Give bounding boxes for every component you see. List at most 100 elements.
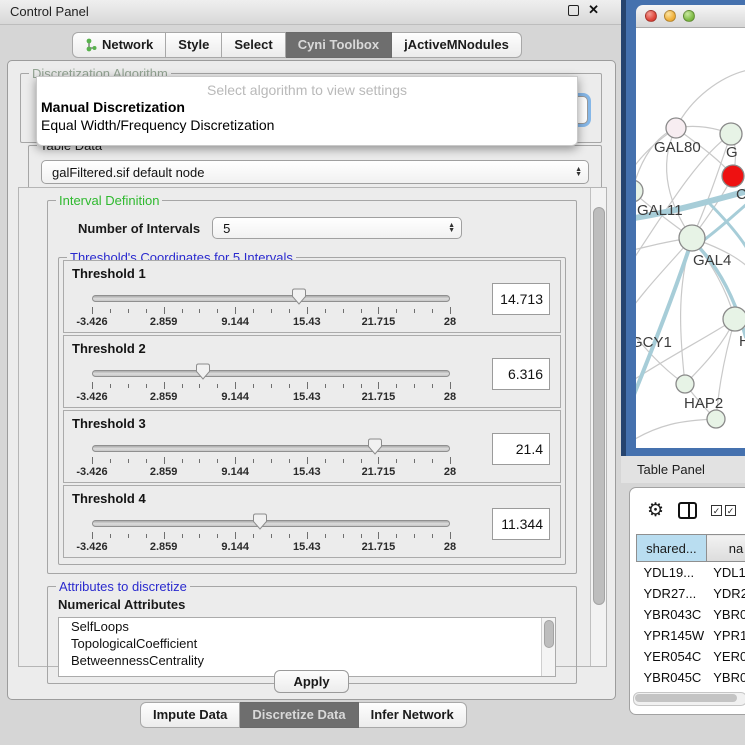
table-row[interactable]: YPR145WYPR1 xyxy=(637,625,745,646)
settings-scrollbar[interactable] xyxy=(590,188,606,666)
table-cell[interactable]: YPR1 xyxy=(706,625,745,646)
close-icon[interactable]: ✕ xyxy=(588,4,599,16)
tab-label: Cyni Toolbox xyxy=(298,33,379,57)
attribute-item[interactable]: BetweennessCentrality xyxy=(59,652,555,669)
table-row[interactable]: YBR043CYBR0 xyxy=(637,604,745,625)
table-cell[interactable]: YDR27... xyxy=(637,583,707,604)
slider-thumb[interactable] xyxy=(367,438,382,455)
algorithm-option[interactable]: Equal Width/Frequency Discretization xyxy=(37,116,577,134)
tab-label: Select xyxy=(234,33,272,57)
threshold-value-field[interactable]: 14.713 xyxy=(492,283,550,315)
bottom-tabs: Impute DataDiscretize Data Infer Network xyxy=(140,702,467,728)
threshold-label: Threshold 2 xyxy=(72,341,146,356)
threshold-value-field[interactable]: 21.4 xyxy=(492,433,550,465)
tab-impute-data[interactable]: Impute Data xyxy=(140,702,240,728)
network-edge xyxy=(636,128,676,188)
network-window-titlebar[interactable] xyxy=(636,5,745,28)
network-edge xyxy=(636,238,692,321)
table-row[interactable]: YLR345WYLR3 xyxy=(637,709,745,715)
table-cell[interactable]: YDL19... xyxy=(637,562,707,584)
threshold-box: Threshold 3-3.4262.8599.14415.4321.71528… xyxy=(63,410,561,483)
slider-thumb[interactable] xyxy=(195,363,210,380)
network-node[interactable] xyxy=(722,165,744,187)
table-hscrollbar[interactable] xyxy=(633,692,745,706)
control-panel-titlebar: Control Panel ✕ xyxy=(0,0,621,25)
slider-ticks xyxy=(92,307,450,315)
table-row[interactable]: YBR045CYBR0 xyxy=(637,667,745,688)
slider-thumb[interactable] xyxy=(291,288,306,305)
network-node[interactable] xyxy=(666,118,686,138)
network-node[interactable] xyxy=(720,123,742,145)
threshold-value-field[interactable]: 6.316 xyxy=(492,358,550,390)
columns-icon[interactable] xyxy=(678,502,697,519)
tab-style[interactable]: Style xyxy=(166,32,222,58)
network-edge xyxy=(692,238,735,319)
table-row[interactable]: YDL19...YDL1 xyxy=(637,562,745,584)
tab-label: Network xyxy=(102,33,153,57)
tab-cyni-toolbox[interactable]: Cyni Toolbox xyxy=(286,32,392,58)
table-panel: ⚙ ✓ ✓ shared...na YDL19...YDL1YDR27...YD… xyxy=(629,487,745,715)
checkbox-icon[interactable]: ✓ xyxy=(711,505,722,516)
algorithm-option[interactable]: Manual Discretization xyxy=(37,98,577,116)
tab-label: Infer Network xyxy=(371,703,454,727)
tab-label: jActiveMNodules xyxy=(404,33,509,57)
minimize-traffic-light-icon[interactable] xyxy=(664,10,676,22)
threshold-slider[interactable]: -3.4262.8599.14415.4321.71528 xyxy=(92,364,450,404)
gear-icon[interactable]: ⚙ xyxy=(647,501,664,520)
table-cell[interactable]: YLR345W xyxy=(637,709,707,715)
attribute-item[interactable]: SelfLoops xyxy=(59,618,555,635)
network-node[interactable] xyxy=(707,410,725,428)
interval-group-title: Interval Definition xyxy=(56,193,162,208)
table-cell[interactable]: YBR043C xyxy=(637,604,707,625)
close-traffic-light-icon[interactable] xyxy=(645,10,657,22)
table-column-header[interactable]: shared... xyxy=(637,535,707,562)
network-canvas[interactable]: GAL80GCGAL11GAL4GCY1HHAP2 xyxy=(636,28,745,448)
tab-discretize-data[interactable]: Discretize Data xyxy=(240,702,358,728)
table-cell[interactable]: YBR045C xyxy=(637,667,707,688)
threshold-slider[interactable]: -3.4262.8599.14415.4321.71528 xyxy=(92,289,450,329)
slider-thumb[interactable] xyxy=(253,513,268,530)
tab-network[interactable]: Network xyxy=(72,32,166,58)
threshold-label: Threshold 1 xyxy=(72,266,146,281)
table-cell[interactable]: YBR0 xyxy=(706,604,745,625)
attribute-item[interactable]: TopologicalCoefficient xyxy=(59,635,555,652)
apply-button[interactable]: Apply xyxy=(274,670,348,693)
combo-spinner-icon: ▲▼ xyxy=(448,223,455,233)
threshold-slider[interactable]: -3.4262.8599.14415.4321.71528 xyxy=(92,439,450,479)
network-node[interactable] xyxy=(676,375,694,393)
thresholds-group: Threshold's Coordinates for 5 Intervals … xyxy=(58,257,566,565)
table-cell[interactable]: YBR0 xyxy=(706,667,745,688)
attributes-scrollbar[interactable] xyxy=(541,618,555,676)
zoom-traffic-light-icon[interactable] xyxy=(683,10,695,22)
attributes-group-title: Attributes to discretize xyxy=(56,579,190,594)
float-window-icon[interactable] xyxy=(568,5,579,16)
table-data-combo[interactable]: galFiltered.sif default node ▲▼ xyxy=(41,160,589,184)
threshold-slider[interactable]: -3.4262.8599.14415.4321.71528 xyxy=(92,514,450,554)
tab-infer-network[interactable]: Infer Network xyxy=(359,702,467,728)
num-intervals-value: 5 xyxy=(223,221,230,236)
table-cell[interactable]: YER054C xyxy=(637,646,707,667)
tab-select[interactable]: Select xyxy=(222,32,285,58)
table-cell[interactable]: YER0 xyxy=(706,646,745,667)
num-intervals-combo[interactable]: 5 ▲▼ xyxy=(212,217,462,239)
network-node[interactable] xyxy=(723,307,745,331)
checkbox-icon[interactable]: ✓ xyxy=(725,505,736,516)
table-row[interactable]: YER054CYER0 xyxy=(637,646,745,667)
table-cell[interactable]: YDR2 xyxy=(706,583,745,604)
slider-scale-labels: -3.4262.8599.14415.4321.71528 xyxy=(92,391,450,403)
node-label: GAL80 xyxy=(654,139,701,156)
table-cell[interactable]: YLR3 xyxy=(706,709,745,715)
threshold-value-field[interactable]: 11.344 xyxy=(492,508,550,540)
tab-jactivemnodules[interactable]: jActiveMNodules xyxy=(392,32,522,58)
network-node[interactable] xyxy=(636,180,643,202)
slider-track[interactable] xyxy=(92,445,450,452)
table-cell[interactable]: YDL1 xyxy=(706,562,745,584)
slider-track[interactable] xyxy=(92,520,450,527)
table-column-header[interactable]: na xyxy=(706,535,745,562)
slider-track[interactable] xyxy=(92,295,450,302)
network-node[interactable] xyxy=(679,225,705,251)
num-intervals-label: Number of Intervals xyxy=(78,221,200,236)
slider-track[interactable] xyxy=(92,370,450,377)
table-cell[interactable]: YPR145W xyxy=(637,625,707,646)
table-row[interactable]: YDR27...YDR2 xyxy=(637,583,745,604)
